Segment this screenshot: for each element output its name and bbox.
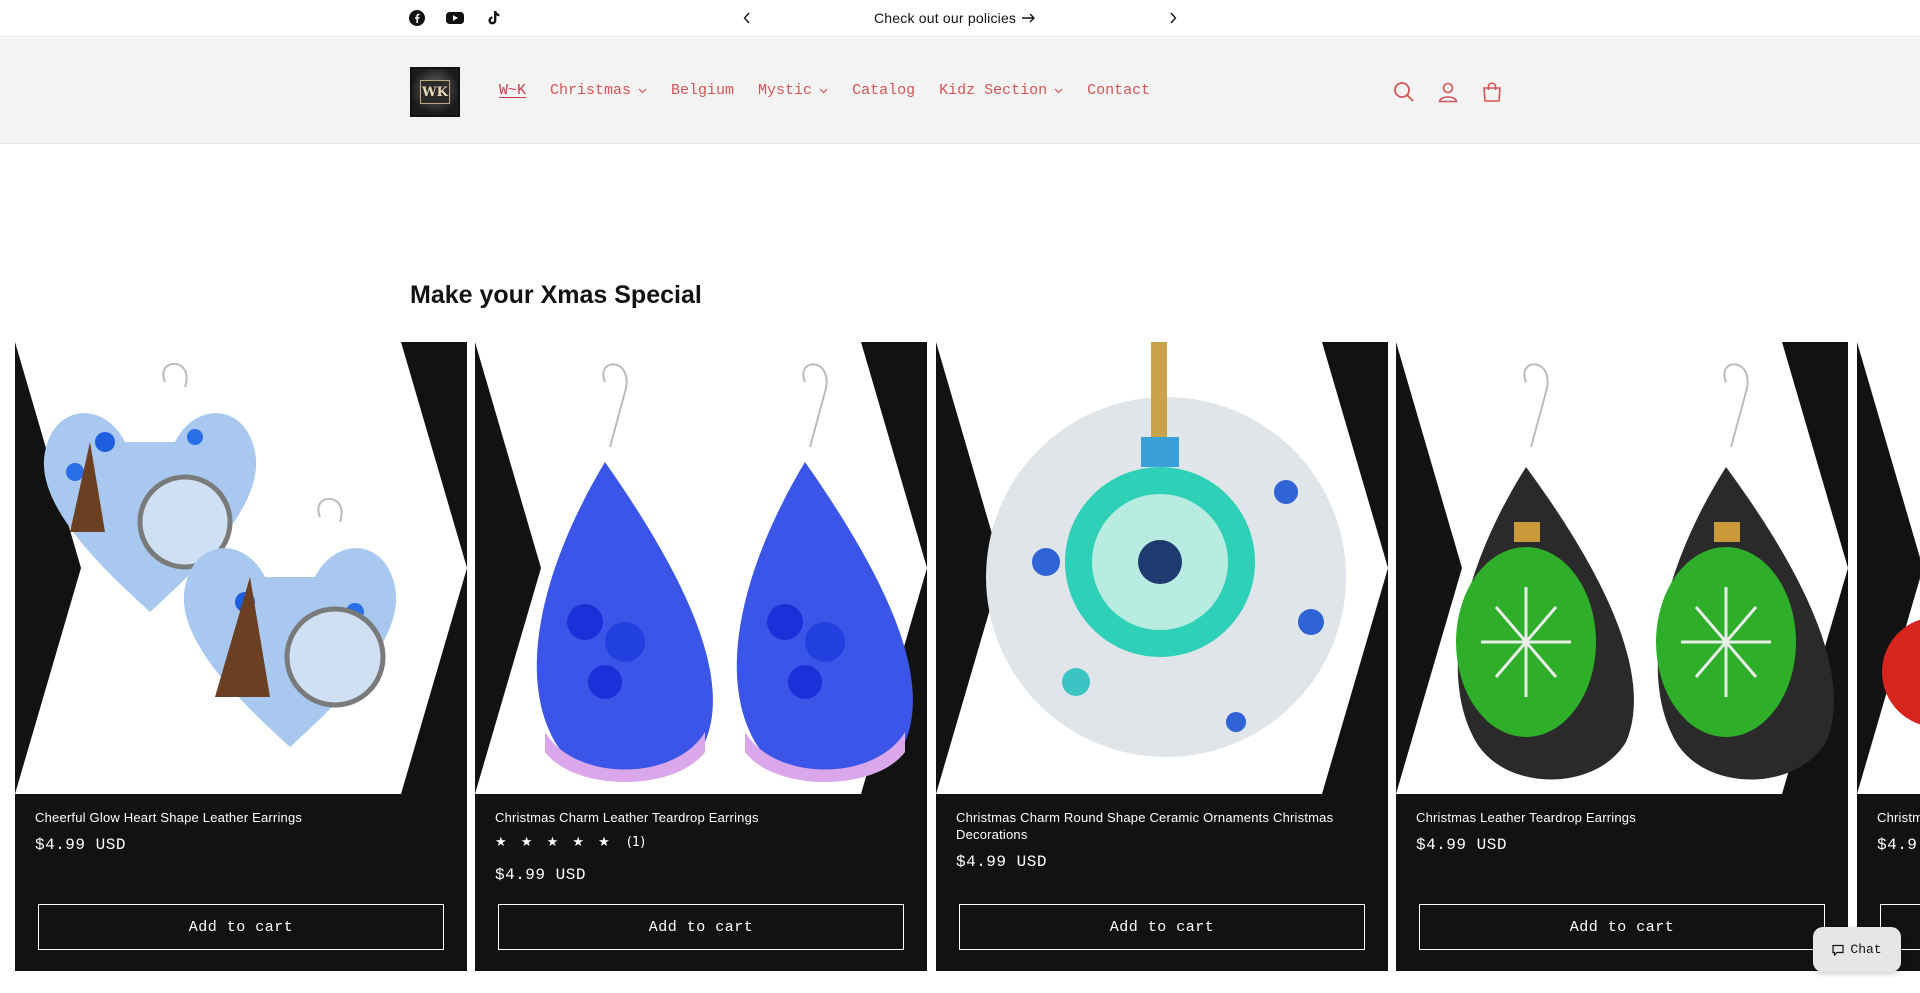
rating-stars: ★ ★ ★ ★ ★ bbox=[495, 835, 615, 850]
header-icons bbox=[1392, 80, 1504, 104]
youtube-icon[interactable] bbox=[446, 9, 464, 27]
nav-label: Kidz Section bbox=[939, 82, 1048, 99]
product-card[interactable]: Cheerful Glow Heart Shape Leather Earrin… bbox=[15, 342, 467, 971]
chat-button[interactable]: Chat bbox=[1813, 927, 1901, 972]
product-card[interactable]: Christmas Leather Teardrop Earrings $4.9… bbox=[1396, 342, 1848, 971]
announcement-bar: Check out our policies bbox=[0, 0, 1920, 37]
product-price: $4.99 USD bbox=[1416, 836, 1507, 854]
nav-label: Mystic bbox=[758, 82, 813, 99]
product-card[interactable]: Christm $4.9 bbox=[1857, 342, 1920, 971]
announcement-link[interactable]: Check out our policies bbox=[874, 10, 1036, 26]
cart-icon[interactable] bbox=[1480, 80, 1504, 104]
nav-item-kidz-section[interactable]: Kidz Section bbox=[939, 82, 1063, 99]
product-title[interactable]: Cheerful Glow Heart Shape Leather Earrin… bbox=[35, 809, 447, 826]
nav-label: W~K bbox=[499, 82, 527, 99]
product-card[interactable]: Christmas Charm Round Shape Ceramic Orna… bbox=[936, 342, 1388, 971]
facebook-icon[interactable] bbox=[408, 9, 426, 27]
product-title[interactable]: Christmas Charm Leather Teardrop Earring… bbox=[495, 809, 907, 826]
chevron-right-icon bbox=[1170, 12, 1177, 24]
announcement-text: Check out our policies bbox=[874, 10, 1017, 26]
add-to-cart-button[interactable]: Add to cart bbox=[959, 904, 1365, 950]
product-image[interactable] bbox=[1857, 342, 1920, 794]
product-image[interactable] bbox=[475, 342, 927, 794]
announcement-next-button[interactable] bbox=[1164, 9, 1182, 27]
chevron-down-icon bbox=[1053, 86, 1063, 96]
arrow-right-icon bbox=[1022, 13, 1036, 23]
product-title[interactable]: Christm bbox=[1877, 809, 1920, 826]
account-icon[interactable] bbox=[1436, 80, 1460, 104]
nav-item-christmas[interactable]: Christmas bbox=[550, 82, 647, 99]
tiktok-icon[interactable] bbox=[484, 9, 502, 27]
product-title[interactable]: Christmas Charm Round Shape Ceramic Orna… bbox=[956, 809, 1368, 843]
chat-bubble-icon bbox=[1832, 944, 1844, 956]
store-logo[interactable]: WK bbox=[410, 67, 460, 117]
add-to-cart-button[interactable]: Add to cart bbox=[498, 904, 904, 950]
nav-label: Belgium bbox=[671, 82, 735, 99]
rating-count: (1) bbox=[626, 835, 646, 850]
chevron-down-icon bbox=[818, 86, 828, 96]
nav-item-catalog[interactable]: Catalog bbox=[852, 82, 915, 99]
product-card[interactable]: Christmas Charm Leather Teardrop Earring… bbox=[475, 342, 927, 971]
nav-label: Contact bbox=[1087, 82, 1151, 99]
nav-item-wk[interactable]: W~K bbox=[499, 82, 526, 99]
product-price: $4.9 bbox=[1877, 836, 1918, 854]
product-rating: ★ ★ ★ ★ ★ (1) bbox=[495, 835, 645, 850]
product-title[interactable]: Christmas Leather Teardrop Earrings bbox=[1416, 809, 1828, 826]
announcement-prev-button[interactable] bbox=[738, 9, 756, 27]
product-price: $4.99 USD bbox=[956, 853, 1047, 871]
nav-item-mystic[interactable]: Mystic bbox=[758, 82, 828, 99]
logo-mark: WK bbox=[420, 80, 450, 104]
product-price: $4.99 USD bbox=[35, 836, 126, 854]
add-to-cart-button[interactable]: Add to cart bbox=[1419, 904, 1825, 950]
main-nav: W~K Christmas Belgium Mystic Catalog Kid… bbox=[499, 82, 1174, 99]
product-image[interactable] bbox=[936, 342, 1388, 794]
social-links bbox=[408, 9, 502, 27]
nav-label: Christmas bbox=[550, 82, 632, 99]
chat-label: Chat bbox=[1850, 942, 1882, 957]
nav-item-contact[interactable]: Contact bbox=[1087, 82, 1150, 99]
chevron-left-icon bbox=[743, 12, 750, 24]
search-icon[interactable] bbox=[1392, 80, 1416, 104]
product-image[interactable] bbox=[15, 342, 467, 794]
product-image[interactable] bbox=[1396, 342, 1848, 794]
site-header: WK W~K Christmas Belgium Mystic Catalog … bbox=[0, 38, 1920, 144]
nav-item-belgium[interactable]: Belgium bbox=[671, 82, 734, 99]
product-price: $4.99 USD bbox=[495, 866, 586, 884]
chevron-down-icon bbox=[637, 86, 647, 96]
nav-label: Catalog bbox=[852, 82, 916, 99]
section-title: Make your Xmas Special bbox=[410, 281, 702, 309]
add-to-cart-button[interactable]: Add to cart bbox=[38, 904, 444, 950]
